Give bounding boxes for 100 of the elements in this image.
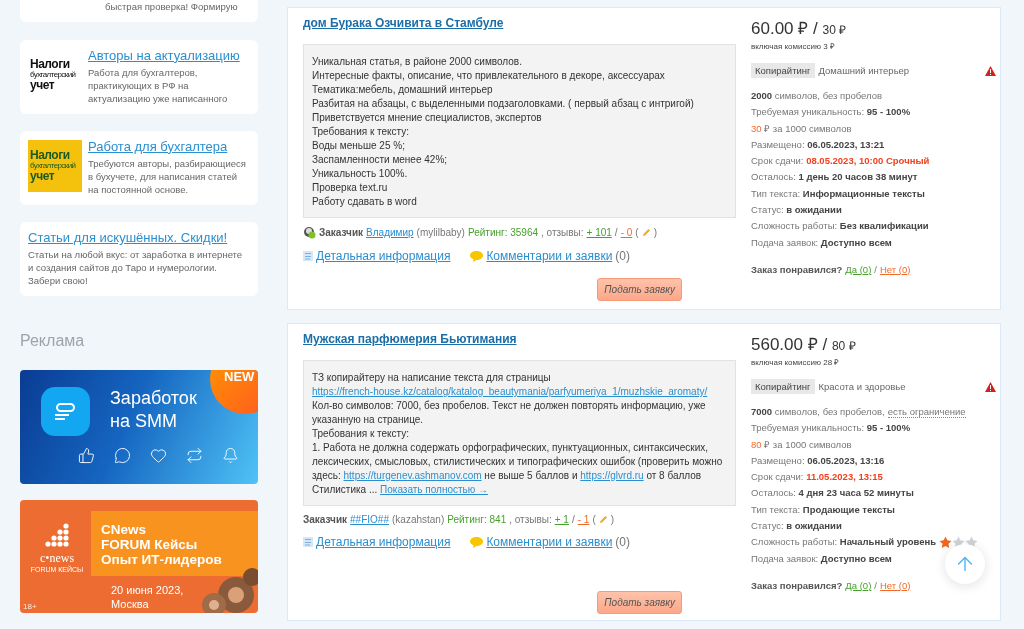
- apply-button[interactable]: Подать заявку: [597, 591, 682, 614]
- description-paragraph: Интересные факты, описание, что привлекательного в декоре, аксессуарах: [312, 69, 666, 83]
- promo-title-link[interactable]: Авторы на актуализацию: [88, 47, 250, 63]
- description-paragraph: Тематика:мебель, домашний интерьер: [312, 83, 494, 97]
- separator-text: /: [571, 514, 575, 525]
- speech-bubble-icon: [470, 536, 484, 548]
- logo-text: c•news: [39, 550, 75, 565]
- character-count: 7000 символов, без пробелов,: [751, 405, 885, 419]
- reviews-label: , отзывы:: [509, 514, 552, 525]
- description-paragraph: Уникальная статья, в районе 2000 символов.: [312, 55, 523, 69]
- description-paragraph: Кол-во символов: 7000, без пробелов. Текст не должен повторять информацию, уже указанную на странице.: [312, 399, 707, 427]
- promo-text: Статьи на любой вкус: от заработка в интернете и создания сайтов до Таро и нумерологии. Забери свою!: [28, 248, 244, 288]
- details-link[interactable]: Детальная информация: [316, 249, 451, 263]
- magazine-logo: Налоги бухгалтерский учет: [28, 139, 82, 192]
- reviews-label: , отзывы:: [541, 227, 584, 238]
- rate-text: 80 ₽ за 1000 символов: [751, 437, 852, 452]
- customer-label: Заказчик: [303, 514, 348, 525]
- description-link[interactable]: https://turgenev.ashmanov.com: [343, 470, 482, 481]
- detail-text: Размещено: 06.05.2023, 13:16: [751, 453, 885, 468]
- description-paragraph: Приветствуется мнение специалистов, экспертов: [312, 111, 543, 125]
- pencil-icon: [641, 228, 651, 237]
- commission-text: включая комиссию 28 ₽: [751, 357, 841, 367]
- category-tag: Копирайтинг: [751, 63, 815, 78]
- customer-label: Заказчик: [319, 227, 364, 238]
- negative-reviews-link[interactable]: - 0: [620, 227, 633, 238]
- negative-reviews-link[interactable]: - 1: [577, 514, 590, 525]
- comments-link[interactable]: Комментарии и заявки: [486, 249, 613, 263]
- topic-text: Домашний интерьер: [818, 65, 911, 76]
- apply-button[interactable]: Подать заявку: [597, 278, 682, 301]
- price: 560.00 ₽ / 80 ₽: [751, 334, 857, 355]
- repost-icon: [186, 447, 203, 465]
- separator-text: /: [614, 227, 618, 238]
- description-paragraph: Требования к тексту:: [312, 125, 411, 139]
- details-link[interactable]: Детальная информация: [316, 535, 451, 549]
- document-icon: [303, 537, 313, 547]
- description-paragraph: Проверка text.ru: [312, 181, 389, 195]
- detail-text: Осталось: 1 день 20 часов 38 минут: [751, 170, 918, 185]
- ad-banner[interactable]: Заработок на SMM NEW: [20, 370, 258, 484]
- liked-question: Заказ понравился?: [751, 263, 843, 275]
- age-rating: 18+: [23, 602, 37, 611]
- description-paragraph: Уникальность 100%.: [312, 167, 409, 181]
- commission-text: включая комиссию 3 ₽: [751, 41, 836, 51]
- no-link[interactable]: Нет (0): [879, 263, 911, 275]
- detail-text: Тип текста: Продающие тексты: [751, 502, 895, 517]
- description-link[interactable]: Показать полностью →: [380, 484, 489, 495]
- customer-login: (mylilbaby): [416, 227, 465, 238]
- promo-text: быстрая проверка! Формирую: [105, 0, 239, 13]
- description-paragraph: ТЗ копирайтеру на написание текста для страницы https://french-house.kz/catalog/katalog_beautymania/parfyumeriya_1/muzhskie_aromaty/: [312, 371, 709, 399]
- description-link[interactable]: https://french-house.kz/catalog/katalog_beautymania/parfyumeriya_1/muzhskie_aromaty/: [312, 386, 708, 397]
- customer-name-link[interactable]: Владимир: [366, 227, 414, 238]
- paren-text: (: [592, 514, 596, 525]
- paren-text: ): [610, 514, 615, 525]
- paren-text: ): [653, 227, 657, 238]
- promo-title-link[interactable]: Статьи для искушённых. Скидки!: [28, 230, 250, 246]
- comments-count: (0): [615, 249, 630, 263]
- yes-link[interactable]: Да (0): [845, 263, 872, 275]
- rate-text: 30 ₽ за 1000 символов: [751, 121, 852, 136]
- promo-text: Работа для бухгалтеров, практикующих в РФ на актуализацию уже написанного: [88, 65, 229, 105]
- paren-text: (: [635, 227, 639, 238]
- description-paragraph: Заспамленности менее 42%;: [312, 153, 449, 167]
- detail-text: Подача заявок: Доступно всем: [751, 551, 892, 566]
- limit-link[interactable]: есть ограничение: [887, 406, 966, 419]
- order-title[interactable]: Мужская парфюмерия Бьютимания: [303, 332, 517, 346]
- customer-rating: Рейтинг: 841: [447, 514, 507, 525]
- comments-count: (0): [615, 535, 630, 549]
- separator-text: /: [874, 579, 877, 591]
- detail-text: Размещено: 06.05.2023, 13:21: [751, 137, 885, 152]
- ad-title: Заработок на SMM: [110, 387, 197, 434]
- character-count: 2000 символов, без пробелов: [751, 89, 883, 103]
- order-title[interactable]: дом Бурака Озчивита в Стамбуле: [303, 16, 504, 30]
- ad-date: 20 июня 2023, Москва: [111, 582, 184, 611]
- customer-rating: Рейтинг: 35964: [467, 227, 538, 238]
- promo-text: Требуются авторы, разбирающиеся в бухучете, для написания статей на постоянной основе.: [88, 156, 247, 196]
- detail-text: Сложность работы: Начальный уровень: [751, 535, 937, 550]
- pencil-icon: [598, 515, 608, 524]
- positive-reviews-link[interactable]: + 1: [554, 514, 569, 525]
- speech-bubble-icon: [470, 250, 484, 262]
- positive-reviews-link[interactable]: + 101: [586, 227, 612, 238]
- ads-heading: Реклама: [20, 332, 86, 351]
- separator-text: /: [874, 263, 877, 275]
- thumbs-up-icon: [78, 447, 95, 465]
- detail-text: Тип текста: Информационные тексты: [751, 186, 925, 201]
- document-icon: [303, 251, 313, 261]
- description-link[interactable]: https://glvrd.ru: [580, 470, 644, 481]
- bell-icon: [222, 447, 239, 465]
- customer-name-link[interactable]: ##FIO##: [350, 514, 389, 525]
- no-link[interactable]: Нет (0): [879, 579, 911, 591]
- comments-link[interactable]: Комментарии и заявки: [486, 535, 613, 549]
- promo-title-link[interactable]: Работа для бухгалтера: [88, 138, 250, 154]
- yes-link[interactable]: Да (0): [845, 579, 872, 591]
- detail-text: Статус: в ожидании: [751, 203, 842, 218]
- heart-icon: [150, 447, 167, 465]
- description-paragraph: 1. Работа не должна содержать орфографических, пунктуационных, синтаксических, лексических, смысловых, стилистических и типографических ошибок (проверить можно здесь: https://turgenev.ashmanov.com не выше 5 баллов и https://glvrd.ru от 8 баллов Стилистика ... Показать полностью →: [312, 441, 724, 497]
- topic-text: Красота и здоровье: [818, 381, 907, 392]
- customer-login: (kazahstan): [392, 514, 445, 525]
- detail-text: Сложность работы: Без квалификации: [751, 219, 929, 234]
- detail-text: Срок сдачи: 11.05.2023, 13:15: [751, 470, 883, 485]
- app-icon: [41, 387, 90, 437]
- detail-text: Срок сдачи: 08.05.2023, 10:00 Срочный: [751, 154, 930, 169]
- star-icon: [939, 536, 953, 549]
